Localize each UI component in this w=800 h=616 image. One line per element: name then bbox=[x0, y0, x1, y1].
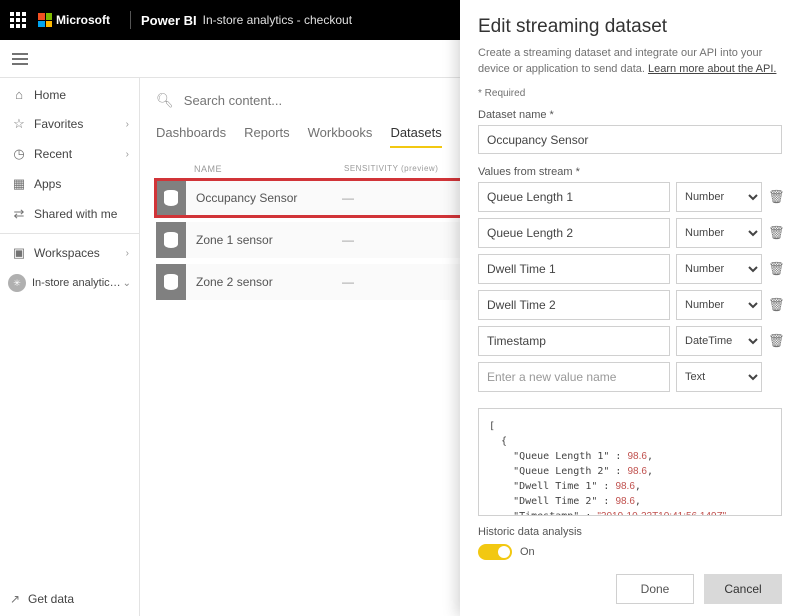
stream-values-label: Values from stream * bbox=[478, 166, 782, 178]
json-sample-box: [ { "Queue Length 1" : 98.6, "Queue Leng… bbox=[478, 408, 782, 516]
tab-dashboards[interactable]: Dashboards bbox=[156, 119, 226, 148]
delete-value-icon[interactable]: 🗑 bbox=[768, 333, 782, 349]
value-name-input[interactable] bbox=[478, 326, 670, 356]
dataset-sensitivity: — bbox=[342, 191, 402, 205]
stream-value-row: NumberTextDateTime 🗑 bbox=[478, 326, 782, 356]
value-type-select[interactable]: NumberTextDateTime bbox=[676, 290, 762, 320]
delete-value-icon[interactable]: 🗑 bbox=[768, 225, 782, 241]
nav-apps[interactable]: ▦ Apps bbox=[0, 169, 139, 199]
col-sensitivity: SENSITIVITY (preview) bbox=[344, 164, 454, 174]
delete-value-icon[interactable]: 🗑 bbox=[768, 297, 782, 313]
nav-toggle-icon[interactable] bbox=[12, 53, 28, 65]
app-launcher-icon[interactable] bbox=[10, 12, 26, 28]
chevron-right-icon: › bbox=[126, 119, 129, 130]
new-value-row: Text 🗑 bbox=[478, 362, 782, 392]
dataset-sensitivity: — bbox=[342, 275, 402, 289]
star-icon: ☆ bbox=[10, 116, 28, 132]
divider bbox=[130, 11, 131, 29]
stream-value-row: NumberTextDateTime 🗑 bbox=[478, 182, 782, 212]
shared-icon: ⇄ bbox=[10, 206, 28, 222]
search-icon: 🔍︎ bbox=[156, 92, 174, 109]
panel-title: Edit streaming dataset bbox=[478, 16, 782, 38]
database-icon bbox=[156, 264, 186, 300]
left-navigation: ⌂ Home ☆ Favorites › ◷ Recent › ▦ Apps ⇄… bbox=[0, 78, 140, 616]
historic-analysis-toggle[interactable] bbox=[478, 544, 512, 560]
microsoft-logo: Microsoft bbox=[38, 13, 110, 27]
cancel-button[interactable]: Cancel bbox=[704, 574, 782, 604]
required-note: * Required bbox=[478, 88, 782, 99]
new-value-name-input[interactable] bbox=[478, 362, 670, 392]
nav-home[interactable]: ⌂ Home bbox=[0, 80, 139, 109]
dataset-sensitivity: — bbox=[342, 233, 402, 247]
brand-text: Microsoft bbox=[56, 13, 110, 27]
dataset-name-input[interactable] bbox=[478, 125, 782, 154]
chevron-right-icon: › bbox=[126, 149, 129, 160]
stream-value-row: NumberTextDateTime 🗑 bbox=[478, 290, 782, 320]
value-type-select[interactable]: NumberTextDateTime bbox=[676, 326, 762, 356]
value-name-input[interactable] bbox=[478, 290, 670, 320]
dataset-name: Zone 1 sensor bbox=[186, 233, 342, 247]
learn-more-link[interactable]: Learn more about the API. bbox=[648, 63, 776, 75]
nav-workspaces[interactable]: ▣ Workspaces › bbox=[0, 238, 139, 268]
chevron-down-icon: ⌄ bbox=[123, 278, 131, 289]
nav-favorites[interactable]: ☆ Favorites › bbox=[0, 109, 139, 139]
get-data-icon: ↗ bbox=[10, 592, 28, 606]
clock-icon: ◷ bbox=[10, 146, 28, 162]
current-workspace[interactable]: ✳ In-store analytics -... ⌄ bbox=[0, 268, 139, 298]
value-name-input[interactable] bbox=[478, 218, 670, 248]
col-name: NAME bbox=[194, 164, 344, 174]
stream-value-row: NumberTextDateTime 🗑 bbox=[478, 218, 782, 248]
workspace-badge-icon: ✳ bbox=[8, 274, 26, 292]
value-type-select[interactable]: NumberTextDateTime bbox=[676, 218, 762, 248]
stream-value-row: NumberTextDateTime 🗑 bbox=[478, 254, 782, 284]
panel-description: Create a streaming dataset and integrate… bbox=[478, 46, 782, 78]
done-button[interactable]: Done bbox=[616, 574, 694, 604]
new-value-type-select[interactable]: Text bbox=[676, 362, 762, 392]
dataset-name: Occupancy Sensor bbox=[186, 191, 342, 205]
apps-icon: ▦ bbox=[10, 176, 28, 192]
value-type-select[interactable]: NumberTextDateTime bbox=[676, 254, 762, 284]
tab-workbooks[interactable]: Workbooks bbox=[308, 119, 373, 148]
tab-datasets[interactable]: Datasets bbox=[390, 119, 441, 148]
delete-value-icon[interactable]: 🗑 bbox=[768, 189, 782, 205]
nav-get-data[interactable]: ↗ Get data bbox=[0, 582, 139, 616]
database-icon bbox=[156, 222, 186, 258]
toggle-state-text: On bbox=[520, 546, 535, 558]
chevron-right-icon: › bbox=[126, 248, 129, 259]
workspace-breadcrumb: In-store analytics - checkout bbox=[203, 13, 352, 27]
nav-recent[interactable]: ◷ Recent › bbox=[0, 139, 139, 169]
edit-streaming-dataset-panel: Edit streaming dataset Create a streamin… bbox=[460, 0, 800, 616]
value-name-input[interactable] bbox=[478, 182, 670, 212]
value-name-input[interactable] bbox=[478, 254, 670, 284]
historic-analysis-label: Historic data analysis bbox=[478, 526, 782, 538]
dataset-name-label: Dataset name * bbox=[478, 109, 782, 121]
value-type-select[interactable]: NumberTextDateTime bbox=[676, 182, 762, 212]
nav-shared[interactable]: ⇄ Shared with me bbox=[0, 199, 139, 229]
search-input[interactable] bbox=[182, 92, 362, 109]
product-name: Power BI bbox=[141, 13, 197, 28]
database-icon bbox=[156, 180, 186, 216]
delete-value-icon[interactable]: 🗑 bbox=[768, 261, 782, 277]
dataset-name: Zone 2 sensor bbox=[186, 275, 342, 289]
home-icon: ⌂ bbox=[10, 87, 28, 102]
tab-reports[interactable]: Reports bbox=[244, 119, 290, 148]
workspaces-icon: ▣ bbox=[10, 245, 28, 261]
